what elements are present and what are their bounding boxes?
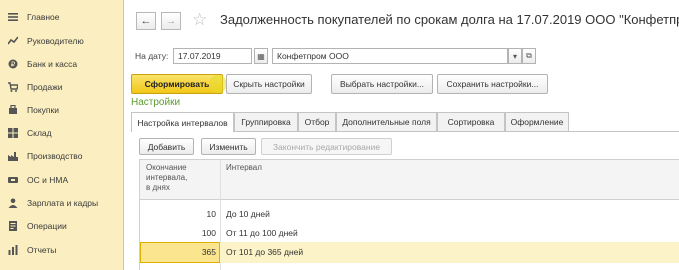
sidebar-item-label: Склад [27,128,52,138]
operations-icon [8,221,18,231]
interval-name-cell: От 11 до 100 дней [226,228,298,238]
report-window: ← → ☆ Задолженность покупателей по срока… [125,0,679,270]
menu-icon [8,12,18,22]
hide-settings-button[interactable]: Скрыть настройки [226,74,312,94]
open-button[interactable]: ⧉ [522,48,536,64]
mouse-cursor-highlight [209,75,227,93]
interval-name-cell: До 10 дней [226,209,270,219]
factory-icon [8,151,18,161]
sidebar-item-label: Производство [27,151,83,161]
sidebar-item-reports[interactable]: Отчеты [0,240,124,260]
sidebar-item-label: Зарплата и кадры [27,198,99,208]
sidebar-item-label: Главное [27,12,60,22]
table-row-selected[interactable]: 365 От 101 до 365 дней [140,242,679,263]
sidebar-item-label: ОС и НМА [27,175,69,185]
dropdown-button[interactable]: ▾ [508,48,522,64]
cart-icon [8,82,18,92]
interval-end-cell: 10 [206,209,216,219]
sidebar-item-label: Операции [27,221,67,231]
favorite-star-icon[interactable]: ☆ [192,10,207,30]
page-title: Задолженность покупателей по срокам долг… [220,12,679,27]
sidebar-item-manager[interactable]: Руководителю [0,31,124,51]
sidebar-item-label: Банк и касса [27,59,78,69]
date-field[interactable]: 17.07.2019 [173,48,252,64]
settings-title: Настройки [131,97,181,108]
organization-field[interactable]: Конфетпром ООО [272,48,508,64]
interval-end-cell: 100 [201,228,216,238]
sidebar-item-sales[interactable]: Продажи [0,77,124,97]
assets-icon [8,175,18,185]
finish-editing-button[interactable]: Закончить редактирование [261,138,392,155]
sidebar: Главное Руководителю ₽ Банк и касса Прод… [0,0,124,270]
bank-icon: ₽ [8,59,18,69]
forward-button[interactable]: → [161,12,181,30]
arrow-left-icon: ← [140,15,152,27]
tab-appearance[interactable]: Оформление [505,112,569,131]
date-label: На дату: [135,51,169,61]
sidebar-item-purchases[interactable]: Покупки [0,100,124,120]
sidebar-item-bank[interactable]: ₽ Банк и касса [0,54,124,74]
basket-icon [8,105,18,115]
tab-sorting[interactable]: Сортировка [437,112,505,131]
calendar-icon: ▦ [257,51,265,61]
tab-additional-fields[interactable]: Дополнительные поля [336,112,437,131]
sidebar-item-salary[interactable]: Зарплата и кадры [0,193,124,213]
column-header-end[interactable]: Окончание интервала, в днях [146,163,187,193]
sidebar-item-label: Покупки [27,105,59,115]
sidebar-item-main[interactable]: Главное [0,7,124,27]
chevron-down-icon: ▾ [512,51,517,61]
trend-chart-icon [8,36,18,46]
intervals-table: Окончание интервала, в днях Интервал 10 … [139,159,679,270]
column-header-interval[interactable]: Интервал [226,163,262,173]
person-icon [8,198,18,208]
tab-intervals[interactable]: Настройка интервалов [131,112,234,132]
interval-name-cell: От 101 до 365 дней [226,247,304,257]
back-button[interactable]: ← [136,12,156,30]
calendar-button[interactable]: ▦ [254,48,268,64]
sidebar-item-operations[interactable]: Операции [0,216,124,236]
report-chart-icon [8,245,18,255]
sidebar-item-production[interactable]: Производство [0,146,124,166]
table-row[interactable]: 10 До 10 дней [140,204,679,225]
sidebar-item-label: Продажи [27,82,63,92]
svg-text:₽: ₽ [11,61,16,69]
tab-filter[interactable]: Отбор [298,112,336,131]
save-settings-button[interactable]: Сохранить настройки... [437,74,548,94]
warehouse-icon [8,128,18,138]
arrow-right-icon: → [165,15,177,27]
choose-settings-button[interactable]: Выбрать настройки... [331,74,433,94]
add-button[interactable]: Добавить [139,138,194,155]
open-link-icon: ⧉ [526,51,532,60]
edit-button[interactable]: Изменить [201,138,256,155]
sidebar-item-warehouse[interactable]: Склад [0,123,124,143]
sidebar-item-label: Руководителю [27,36,84,46]
table-row[interactable]: 100 От 11 до 100 дней [140,223,679,244]
tab-grouping[interactable]: Группировка [234,112,298,131]
sidebar-item-label: Отчеты [27,245,57,255]
interval-end-cell: 365 [201,247,216,257]
sidebar-item-assets[interactable]: ОС и НМА [0,170,124,190]
